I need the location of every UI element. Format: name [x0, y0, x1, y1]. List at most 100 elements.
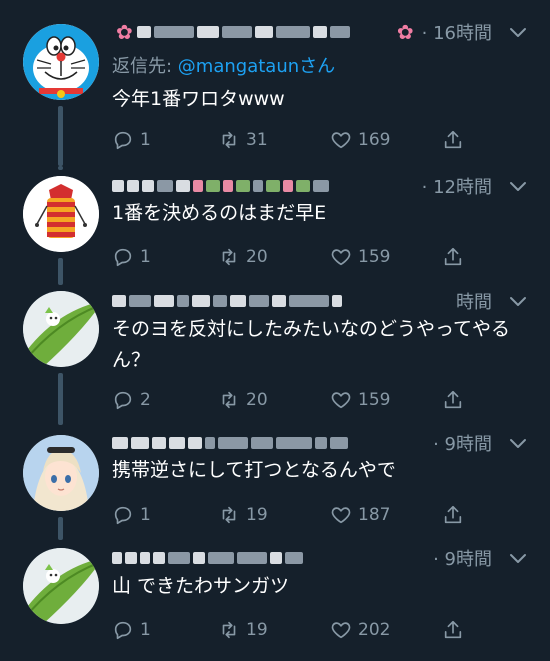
- tweet-text: そのヨを反対にしたみたいなのどうやってやるん？: [112, 318, 511, 371]
- tweet[interactable]: · 12時間 1番を決めるのはまだ早E 1 20 159: [0, 166, 550, 285]
- author-name-redacted[interactable]: [112, 293, 452, 309]
- retweet-count: 31: [246, 130, 268, 150]
- avatar[interactable]: [23, 291, 99, 367]
- share-button[interactable]: [442, 617, 464, 643]
- like-count: 169: [358, 130, 391, 150]
- like-count: 187: [358, 505, 391, 525]
- reply-count: 1: [140, 247, 151, 267]
- green-leaf-avatar-icon: [23, 291, 99, 367]
- tweet-actions: 1 20 159: [112, 244, 472, 270]
- tweet-text: 携帯逆さにして打つとなるんやで: [112, 459, 396, 481]
- retweet-icon: [222, 506, 236, 524]
- retweet-icon: [222, 248, 236, 266]
- reply-handle-link[interactable]: @mangataun: [178, 56, 299, 77]
- tweet-text: 1番を決めるのはまだ早E: [112, 202, 327, 224]
- scarf-character-avatar-icon: [23, 176, 99, 252]
- thread-line: [58, 517, 63, 540]
- author-name-redacted[interactable]: [136, 24, 393, 40]
- retweet-count: 19: [246, 505, 268, 525]
- tweet-timestamp[interactable]: · 9時間: [433, 430, 492, 456]
- retweet-icon: [222, 131, 236, 149]
- thread-line: [58, 106, 63, 166]
- reply-handle-suffix[interactable]: さん: [299, 56, 335, 77]
- reply-icon: [114, 248, 132, 267]
- retweet-icon: [222, 621, 236, 639]
- tweet[interactable]: 時間 そのヨを反対にしたみたいなのどうやってやるん？ 2 20 159: [0, 285, 550, 425]
- like-count: 159: [358, 247, 391, 267]
- author-name-redacted[interactable]: [112, 178, 418, 194]
- retweet-count: 20: [246, 247, 268, 267]
- thread-line: [58, 166, 63, 170]
- tweet-timestamp[interactable]: 時間: [456, 288, 492, 314]
- retweet-button[interactable]: 19: [218, 617, 268, 643]
- share-button[interactable]: [442, 127, 464, 153]
- like-button[interactable]: 169: [330, 127, 390, 153]
- reply-icon: [114, 131, 132, 150]
- like-button[interactable]: 187: [330, 502, 390, 528]
- retweet-button[interactable]: 20: [218, 387, 268, 413]
- author-name-redacted[interactable]: [112, 435, 429, 451]
- tweet-actions: 1 31 169: [112, 127, 472, 153]
- share-icon: [444, 130, 462, 149]
- reply-button[interactable]: 1: [112, 244, 151, 270]
- heart-icon: [331, 622, 351, 639]
- retweet-icon: [222, 391, 236, 409]
- chevron-down-icon[interactable]: [506, 289, 530, 313]
- avatar[interactable]: [23, 435, 99, 511]
- timeline: ✿ ✿ · 16時間 返信先: @mangataunさん 今年1番ワロタwww …: [0, 0, 550, 661]
- chevron-down-icon[interactable]: [506, 20, 530, 44]
- like-button[interactable]: 159: [330, 387, 390, 413]
- tweet-header: ✿ ✿ · 16時間: [112, 20, 530, 44]
- heart-icon: [331, 507, 351, 524]
- share-icon: [444, 620, 462, 639]
- retweet-button[interactable]: 31: [218, 127, 268, 153]
- like-count: 159: [358, 390, 391, 410]
- doraemon-avatar-icon: [23, 24, 99, 100]
- avatar[interactable]: [23, 548, 99, 624]
- reply-count: 1: [140, 505, 151, 525]
- tweet-header: · 9時間: [112, 431, 530, 455]
- like-count: 202: [358, 620, 391, 640]
- reply-button[interactable]: 1: [112, 502, 151, 528]
- thread-line: [58, 373, 63, 425]
- reply-button[interactable]: 1: [112, 127, 151, 153]
- share-icon: [444, 247, 462, 266]
- tweet-timestamp[interactable]: · 16時間: [422, 19, 492, 45]
- flower-icon: ✿: [396, 20, 414, 44]
- tweet-actions: 1 19 187: [112, 502, 472, 528]
- share-button[interactable]: [442, 502, 464, 528]
- reply-icon: [114, 506, 132, 525]
- share-icon: [444, 505, 462, 524]
- thread-line: [58, 258, 63, 285]
- chevron-down-icon[interactable]: [506, 546, 530, 570]
- like-button[interactable]: 159: [330, 244, 390, 270]
- reply-count: 1: [140, 130, 151, 150]
- share-icon: [444, 390, 462, 409]
- tweet[interactable]: ✿ ✿ · 16時間 返信先: @mangataunさん 今年1番ワロタwww …: [0, 0, 550, 170]
- author-name-redacted[interactable]: [112, 550, 429, 566]
- tweet-text: 今年1番ワロタwww: [112, 88, 285, 110]
- chevron-down-icon[interactable]: [506, 174, 530, 198]
- tweet-header: 時間: [112, 289, 530, 313]
- reply-button[interactable]: 2: [112, 387, 151, 413]
- retweet-count: 19: [246, 620, 268, 640]
- share-button[interactable]: [442, 244, 464, 270]
- chevron-down-icon[interactable]: [506, 431, 530, 455]
- tweet[interactable]: · 9時間 山 できたわサンガツ 1 19 202: [0, 540, 550, 661]
- reply-count: 1: [140, 620, 151, 640]
- avatar[interactable]: [23, 24, 99, 100]
- retweet-button[interactable]: 19: [218, 502, 268, 528]
- tweet-timestamp[interactable]: · 9時間: [433, 545, 492, 571]
- retweet-button[interactable]: 20: [218, 244, 268, 270]
- heart-icon: [331, 249, 351, 266]
- tweet-text: 山 できたわサンガツ: [112, 575, 290, 597]
- heart-icon: [331, 392, 351, 409]
- share-button[interactable]: [442, 387, 464, 413]
- reply-button[interactable]: 1: [112, 617, 151, 643]
- avatar[interactable]: [23, 176, 99, 252]
- tweet[interactable]: · 9時間 携帯逆さにして打つとなるんやで 1 19 187: [0, 425, 550, 540]
- tweet-timestamp[interactable]: · 12時間: [422, 173, 492, 199]
- reply-count: 2: [140, 390, 151, 410]
- like-button[interactable]: 202: [330, 617, 390, 643]
- flower-icon: ✿: [116, 20, 133, 44]
